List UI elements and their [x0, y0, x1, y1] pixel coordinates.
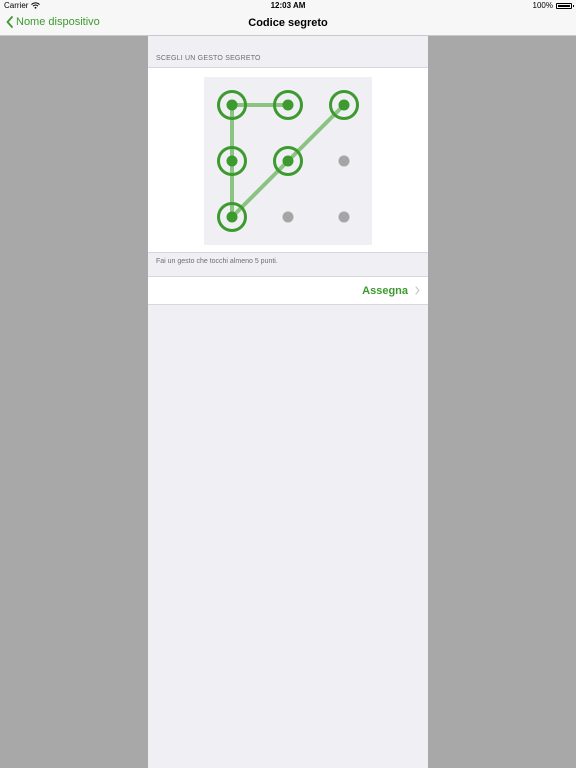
gesture-point-2-1[interactable]	[338, 155, 350, 167]
gesture-grid[interactable]	[204, 77, 372, 245]
gesture-point-1-2[interactable]	[282, 211, 294, 223]
gesture-pad[interactable]	[204, 77, 372, 245]
chevron-right-icon	[415, 286, 420, 295]
gesture-point-2-2[interactable]	[338, 211, 350, 223]
battery-percent: 100%	[532, 1, 553, 10]
navigation-bar: Nome dispositivo Codice segreto	[0, 12, 576, 36]
gesture-point-1-1[interactable]	[273, 146, 303, 176]
battery-fill	[558, 4, 570, 7]
gesture-cell	[148, 67, 428, 253]
battery-info: 100%	[532, 1, 574, 10]
battery-icon	[556, 2, 574, 9]
page-title: Codice segreto	[248, 17, 328, 29]
assign-button[interactable]: Assegna	[148, 276, 428, 305]
footer-note: Fai un gesto che tocchi almeno 5 punti.	[156, 258, 278, 265]
gesture-point-2-0[interactable]	[329, 90, 359, 120]
assign-button-label: Assegna	[362, 285, 408, 297]
content-panel: SCEGLI UN GESTO SEGRETO Fai un gesto che…	[148, 36, 428, 768]
status-bar: Carrier 12:03 AM 100%	[0, 0, 576, 12]
status-time: 12:03 AM	[270, 1, 306, 10]
section-header: SCEGLI UN GESTO SEGRETO	[156, 55, 261, 62]
